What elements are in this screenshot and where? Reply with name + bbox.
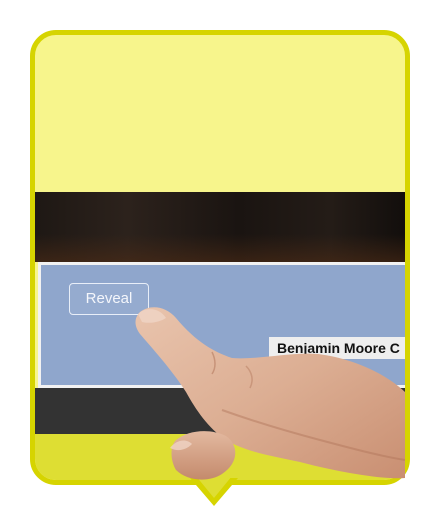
callout-bubble: Reveal Benjamin Moore C [30, 30, 410, 485]
background-photo [35, 192, 405, 262]
app-screen-preview: Reveal Benjamin Moore C [35, 192, 405, 434]
color-info-panel: Reveal Benjamin Moore C [38, 262, 405, 388]
callout-pointer-inner [196, 476, 232, 498]
tutorial-callout: Reveal Benjamin Moore C [0, 0, 440, 520]
reveal-button[interactable]: Reveal [69, 283, 149, 315]
color-name-label: Benjamin Moore C [269, 337, 405, 359]
toolbar-bar [35, 388, 405, 434]
